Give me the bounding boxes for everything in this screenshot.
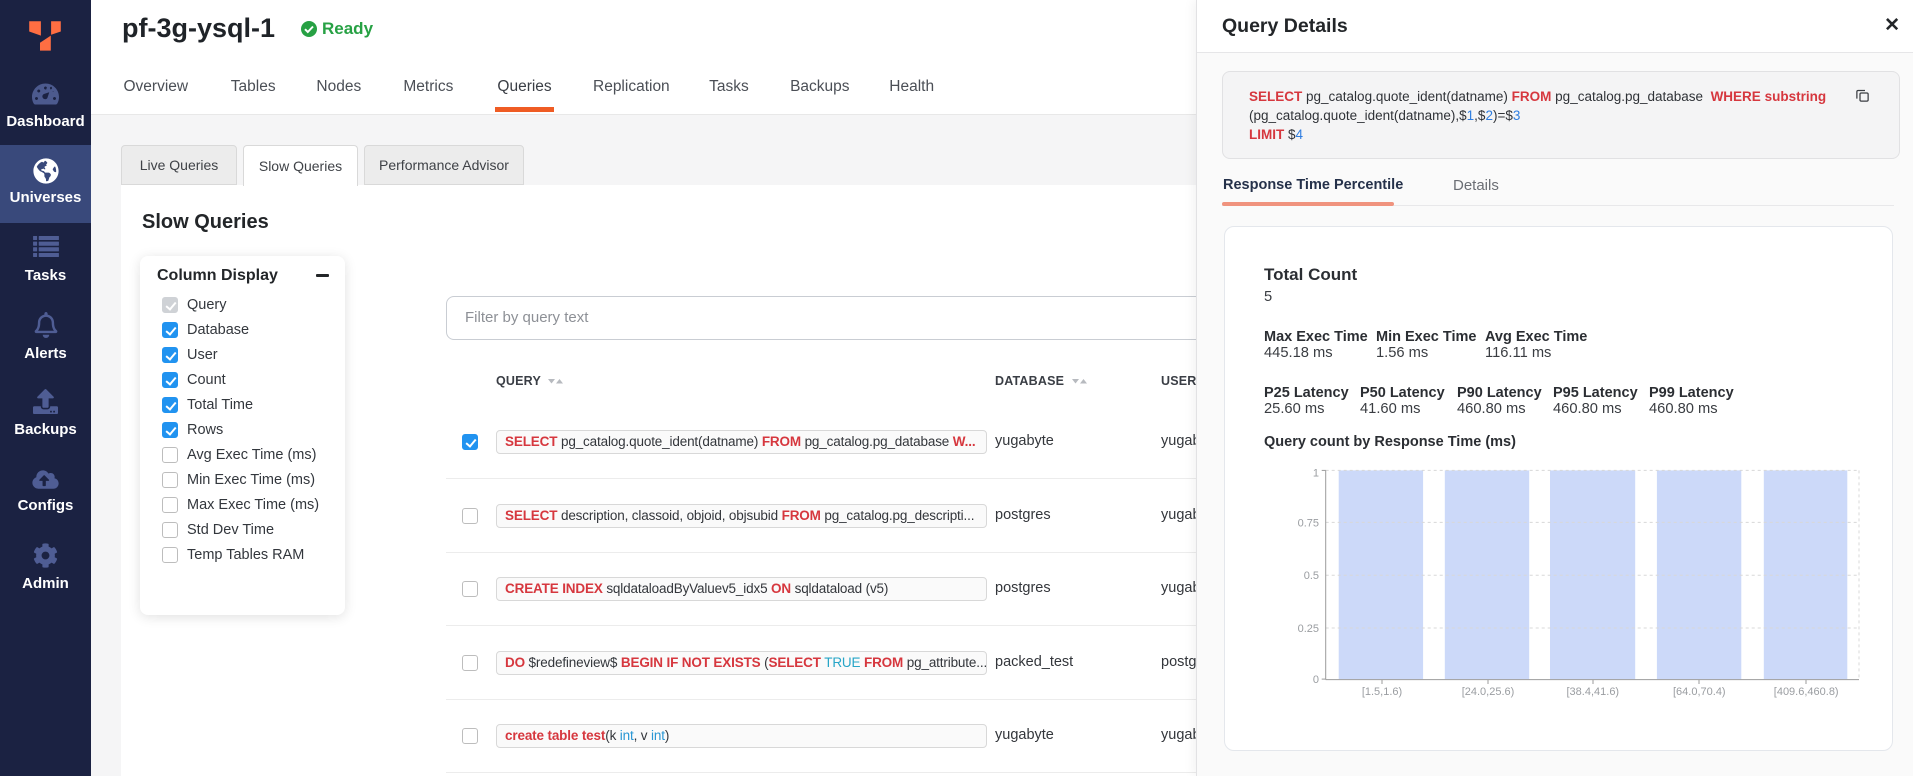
svg-text:[409.6,460.8): [409.6,460.8)	[1774, 686, 1839, 698]
svg-text:[24.0,25.6): [24.0,25.6)	[1462, 686, 1515, 698]
svg-text:[38.4,41.6): [38.4,41.6)	[1567, 686, 1620, 698]
svg-text:[1.5,1.6): [1.5,1.6)	[1362, 686, 1402, 698]
svg-text:0.75: 0.75	[1298, 517, 1319, 529]
svg-text:[64.0,70.4): [64.0,70.4)	[1673, 686, 1726, 698]
svg-text:0: 0	[1313, 674, 1319, 686]
svg-text:0.25: 0.25	[1298, 623, 1319, 635]
svg-text:0.5: 0.5	[1304, 570, 1319, 582]
svg-text:1: 1	[1313, 467, 1319, 479]
